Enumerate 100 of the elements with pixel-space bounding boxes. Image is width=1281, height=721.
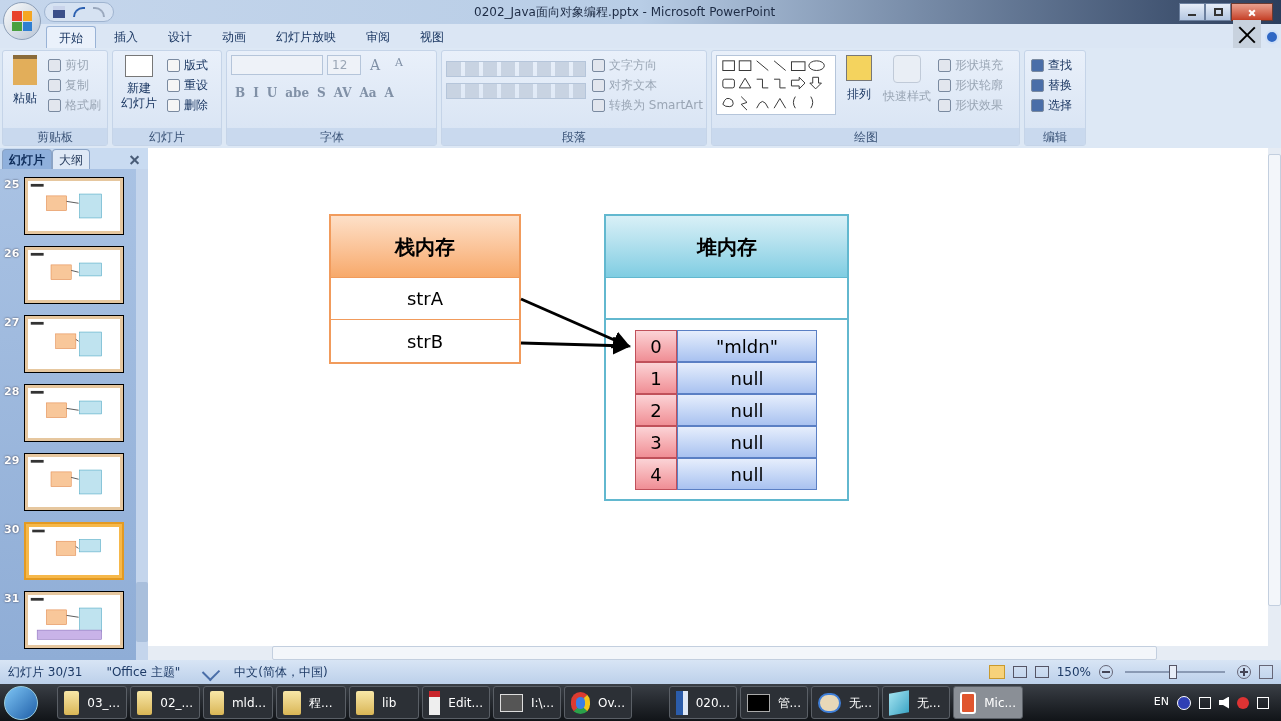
taskbar-button[interactable]: 程... (276, 686, 346, 719)
value-cell: null (677, 362, 817, 394)
index-cell: 2 (635, 394, 677, 426)
value-cell: "mldn" (677, 330, 817, 362)
ribbon-button[interactable]: 查找 (1029, 55, 1074, 75)
group-label: 幻灯片 (113, 128, 221, 145)
value-cell: null (677, 458, 817, 490)
index-cell: 0 (635, 330, 677, 362)
taskbar-button[interactable]: lib (349, 686, 419, 719)
maximize-button[interactable] (1205, 3, 1231, 21)
save-icon[interactable] (53, 6, 65, 18)
window-title: 0202_Java面向对象编程.pptx - Microsoft PowerPoint (474, 4, 776, 21)
index-cell: 3 (635, 426, 677, 458)
slide-number: 28 (4, 384, 20, 400)
scrollbar[interactable] (148, 646, 1281, 660)
speaker-icon[interactable] (1219, 696, 1229, 709)
sorter-view-icon[interactable] (1012, 666, 1027, 678)
taskbar-button[interactable]: mld... (203, 686, 273, 719)
variable-cell: strA (331, 278, 519, 320)
index-cell: 4 (635, 458, 677, 490)
zoom-level[interactable]: 150% (1056, 663, 1091, 681)
index-cell: 1 (635, 362, 677, 394)
ribbon-tab[interactable]: 动画 (210, 26, 258, 48)
ribbon-button[interactable]: 选择 (1029, 95, 1074, 115)
variable-cell-text: strB (405, 329, 445, 354)
shape-gallery-drawing[interactable] (716, 55, 836, 115)
panel-tab[interactable]: 大纲 (52, 149, 90, 169)
folder-icon (137, 690, 153, 715)
scrollbar[interactable] (1268, 148, 1281, 646)
group-label: 字体 (227, 128, 436, 145)
taskbar-button[interactable]: 02_... (130, 686, 200, 719)
ribbon-button[interactable]: 替换 (1029, 75, 1074, 95)
ribbon-button[interactable]: 删除 (165, 95, 210, 115)
flag-icon[interactable] (1237, 696, 1249, 709)
slide-number: 29 (4, 453, 20, 469)
office-button[interactable] (3, 2, 41, 40)
value-cell: null (677, 394, 817, 426)
ribbon-tab[interactable]: 插入 (102, 26, 150, 48)
ribbon-tab[interactable]: 设计 (156, 26, 204, 48)
paste-button[interactable]: 粘贴 (7, 55, 42, 107)
taskbar-button[interactable]: 管... (740, 686, 808, 719)
slide-count: 幻灯片 30/31 (8, 664, 83, 681)
folder-icon (356, 690, 374, 715)
taskbar-button[interactable]: 无... (882, 686, 950, 719)
ribbon-tab[interactable]: 幻灯片放映 (264, 26, 348, 48)
minimize-button[interactable] (1179, 3, 1205, 21)
slideshow-view-icon[interactable] (1034, 666, 1049, 678)
folder-icon (64, 690, 80, 715)
taskbar-button[interactable]: 无... (811, 686, 879, 719)
slide-number: 26 (4, 246, 20, 262)
new-slide-button[interactable]: 新建 幻灯片 (117, 55, 161, 111)
document-icon (676, 690, 688, 715)
start-button[interactable] (4, 685, 38, 720)
monitor-icon[interactable] (1257, 696, 1269, 709)
folder-icon (210, 690, 224, 715)
slide-number: 27 (4, 315, 20, 331)
terminal-icon (500, 693, 523, 712)
taskbar-button[interactable]: I:\... (493, 686, 561, 719)
group-label: 编辑 (1025, 128, 1085, 145)
notepad-icon (889, 689, 909, 716)
zoom-in-icon[interactable] (1237, 665, 1251, 679)
ribbon-tab[interactable]: 开始 (46, 26, 96, 48)
slide-number: 31 (4, 591, 20, 607)
arrange-icon (846, 55, 872, 81)
command-prompt-icon (747, 693, 770, 712)
ribbon-button[interactable]: 版式 (165, 55, 210, 75)
slide-number: 25 (4, 177, 20, 193)
folder-icon (283, 690, 301, 715)
close-icon[interactable] (1233, 20, 1261, 48)
value-cell: null (677, 426, 817, 458)
ribbon-button[interactable]: 重设 (165, 75, 210, 95)
clipboard-icon (12, 55, 37, 85)
undo-icon[interactable] (73, 7, 85, 17)
brush-icon (893, 55, 921, 83)
group-label: 段落 (442, 128, 706, 145)
notebook-icon (429, 690, 441, 715)
font-name-field[interactable] (231, 55, 323, 75)
group-label: 绘图 (712, 128, 1019, 145)
theme-name: "Office 主题" (106, 664, 181, 681)
input-language[interactable]: EN (1153, 694, 1169, 711)
close-button[interactable] (1231, 3, 1273, 21)
taskbar-button[interactable]: Ov... (564, 686, 632, 719)
arrange-button[interactable]: 排列 (840, 55, 878, 103)
ribbon-tab[interactable]: 审阅 (354, 26, 402, 48)
taskbar-button[interactable]: Edit... (422, 686, 490, 719)
presentation-icon (960, 691, 977, 714)
browser-icon (571, 691, 590, 714)
slide-number: 30 (4, 522, 20, 538)
slider-thumb[interactable] (1169, 665, 1177, 679)
panel-tab[interactable]: 幻灯片 (2, 149, 52, 169)
palette-icon (818, 692, 841, 713)
stack-title: 栈内存 (331, 216, 519, 278)
network-icon[interactable] (1199, 696, 1211, 709)
taskbar-button[interactable]: 03_... (57, 686, 127, 719)
taskbar-button[interactable]: 020... (669, 686, 737, 719)
fit-window-icon[interactable] (1259, 665, 1273, 679)
scrollbar[interactable] (136, 169, 148, 660)
language-status: 中文(简体，中国) (234, 664, 328, 681)
heap-title: 堆内存 (606, 216, 847, 278)
ribbon-tab[interactable]: 视图 (408, 26, 456, 48)
